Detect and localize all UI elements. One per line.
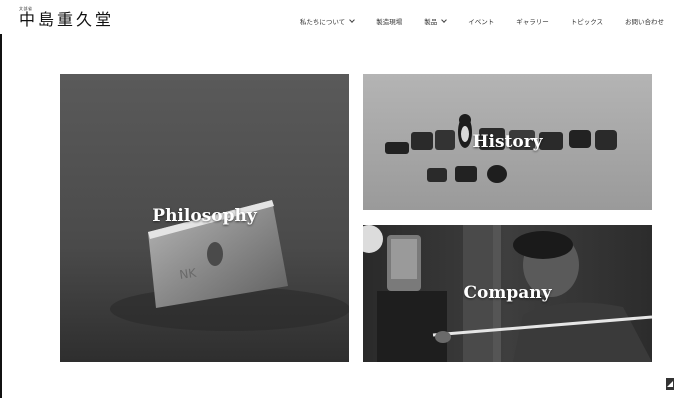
nav-label: イベント — [468, 18, 495, 26]
nav-item-factory[interactable]: 製造現場 — [376, 16, 402, 26]
nav-label: 製品 — [424, 18, 438, 26]
arrow-up-icon — [667, 381, 673, 387]
nav-label: お問い合わせ — [625, 18, 664, 26]
left-edge-rule — [0, 34, 2, 398]
nav-label: 私たちについて — [299, 18, 346, 26]
nav-item-gallery[interactable]: ギャラリー — [516, 16, 549, 26]
history-label: History — [472, 132, 543, 152]
company-label: Company — [463, 283, 552, 303]
nav-item-products[interactable]: 製品 — [424, 16, 448, 26]
site-header: 文部省 中島重久堂 私たちについて 製造現場 製品 イベント ギャラリー トピッ… — [0, 0, 674, 34]
nav-item-events[interactable]: イベント — [468, 16, 494, 26]
nav-label: 製造現場 — [376, 18, 403, 26]
chevron-down-icon — [349, 16, 356, 23]
svg-text:NK: NK — [178, 266, 198, 282]
company-tile[interactable]: Company — [363, 225, 652, 362]
chevron-down-icon — [441, 16, 448, 23]
logo-title: 中島重久堂 — [19, 10, 115, 29]
site-logo[interactable]: 文部省 中島重久堂 — [19, 6, 114, 29]
nav-item-contact[interactable]: お問い合わせ — [625, 16, 664, 26]
history-tile[interactable]: History — [363, 74, 652, 210]
main-nav: 私たちについて 製造現場 製品 イベント ギャラリー トピックス お問い合わせ — [278, 16, 664, 26]
nav-label: ギャラリー — [516, 18, 549, 26]
philosophy-label: Philosophy — [152, 206, 257, 226]
nav-label: トピックス — [570, 18, 603, 26]
scroll-top-button[interactable] — [666, 378, 674, 390]
nav-item-about[interactable]: 私たちについて — [299, 16, 356, 26]
philosophy-tile[interactable]: NK Philosophy — [60, 74, 349, 362]
nav-item-topics[interactable]: トピックス — [571, 16, 603, 26]
